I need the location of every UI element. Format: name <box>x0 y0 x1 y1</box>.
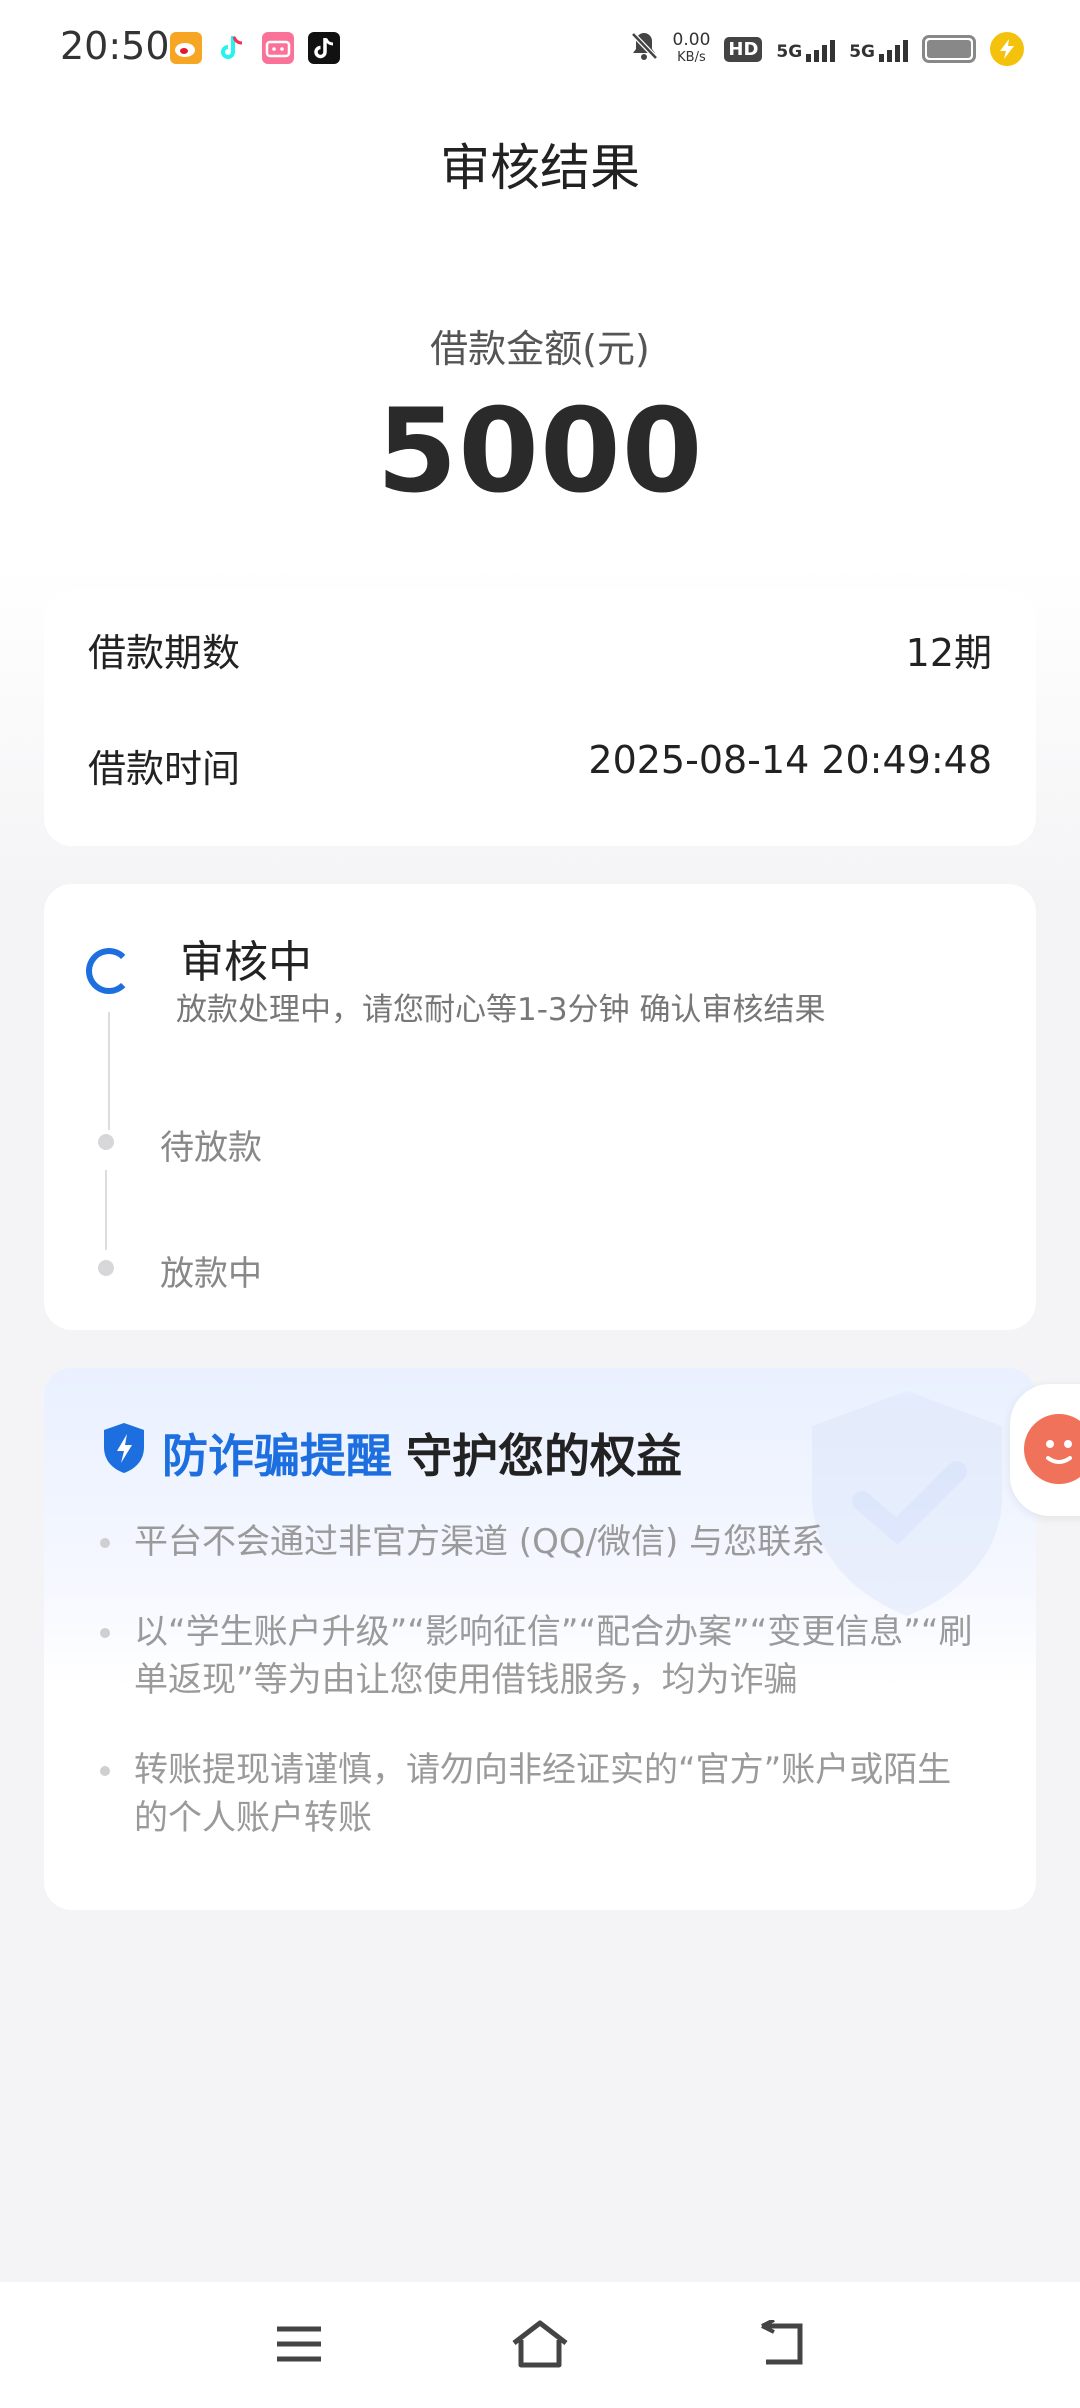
weibo-icon <box>170 32 202 64</box>
review-progress-card: 审核中 放款处理中，请您耐心等1-3分钟 确认审核结果 待放款 放款中 <box>44 884 1036 1330</box>
loan-period-row: 借款期数 12期 <box>88 622 992 677</box>
net-speed-value: 0.00 <box>672 30 711 50</box>
network-speed: 0.00 KB/s <box>673 32 711 66</box>
hd-icon: HD <box>724 36 763 62</box>
loan-amount-value: 5000 <box>376 384 704 519</box>
notification-app-icons <box>170 32 340 64</box>
back-icon <box>761 2320 803 2365</box>
home-button[interactable] <box>505 2312 575 2376</box>
loan-time-value: 2025-08-14 20:49:48 <box>588 738 992 782</box>
system-status: 0.00 KB/s HD 5G 5G <box>629 30 1024 68</box>
back-button[interactable] <box>746 2312 816 2376</box>
douyin-icon <box>308 32 340 64</box>
loan-period-value: 12期 <box>905 631 992 675</box>
list-item: 平台不会通过非官方渠道 (QQ/微信) 与您联系 <box>100 1518 976 1566</box>
loading-spinner-icon <box>86 948 132 994</box>
progress-connector <box>105 1170 107 1250</box>
list-item: 转账提现请谨慎，请勿向非经证实的“官方”账户或陌生的个人账户转账 <box>100 1746 976 1842</box>
net-speed-unit: KB/s <box>677 50 706 65</box>
battery-icon <box>922 35 976 63</box>
anti-fraud-header: 防诈骗提醒 守护您的权益 <box>100 1420 682 1486</box>
progress-current-title: 审核中 <box>180 937 312 988</box>
menu-button[interactable] <box>264 2312 334 2376</box>
progress-step-disbursing: 放款中 <box>160 1254 262 1294</box>
page-title: 审核结果 <box>440 139 640 197</box>
home-icon <box>512 2320 568 2368</box>
anti-fraud-title-rest: 守护您的权益 <box>406 1429 682 1483</box>
floating-assistant-button[interactable] <box>1010 1384 1080 1516</box>
sim2-label: 5G <box>849 42 875 62</box>
sim1-signal-icon: 5G <box>776 36 836 62</box>
mute-icon <box>629 30 659 68</box>
progress-step-dot <box>98 1134 114 1150</box>
progress-connector <box>108 1012 110 1130</box>
system-navigation-bar <box>0 2282 1080 2408</box>
progress-step-pending-disbursement: 待放款 <box>160 1128 262 1168</box>
loan-period-label: 借款期数 <box>88 631 241 675</box>
anti-fraud-card: 防诈骗提醒 守护您的权益 平台不会通过非官方渠道 (QQ/微信) 与您联系 以“… <box>44 1368 1036 1910</box>
status-bar: 20:50 0.00 KB/s HD 5G 5G <box>0 0 1080 96</box>
loan-time-label: 借款时间 <box>88 747 241 791</box>
bilibili-icon <box>262 32 294 64</box>
tiktok-icon <box>216 32 248 64</box>
loan-time-row: 借款时间 2025-08-14 20:49:48 <box>88 738 992 793</box>
assistant-face-icon <box>1024 1414 1080 1484</box>
progress-step-dot <box>98 1260 114 1276</box>
charging-icon <box>990 32 1024 66</box>
loan-amount-label: 借款金额(元) <box>430 327 650 371</box>
sim1-label: 5G <box>776 42 803 62</box>
status-time: 20:50 <box>60 24 170 68</box>
list-item: 以“学生账户升级”“影响征信”“配合办案”“变更信息”“刷单返现”等为由让您使用… <box>100 1608 976 1704</box>
sim2-signal-icon: 5G <box>849 36 908 62</box>
loan-details-card: 借款期数 12期 借款时间 2025-08-14 20:49:48 <box>44 590 1036 846</box>
menu-icon <box>277 2326 321 2362</box>
shield-icon <box>100 1421 148 1486</box>
progress-current-desc: 放款处理中，请您耐心等1-3分钟 确认审核结果 <box>176 992 826 1028</box>
anti-fraud-list: 平台不会通过非官方渠道 (QQ/微信) 与您联系 以“学生账户升级”“影响征信”… <box>100 1518 976 1884</box>
anti-fraud-title-highlight: 防诈骗提醒 <box>162 1429 392 1483</box>
